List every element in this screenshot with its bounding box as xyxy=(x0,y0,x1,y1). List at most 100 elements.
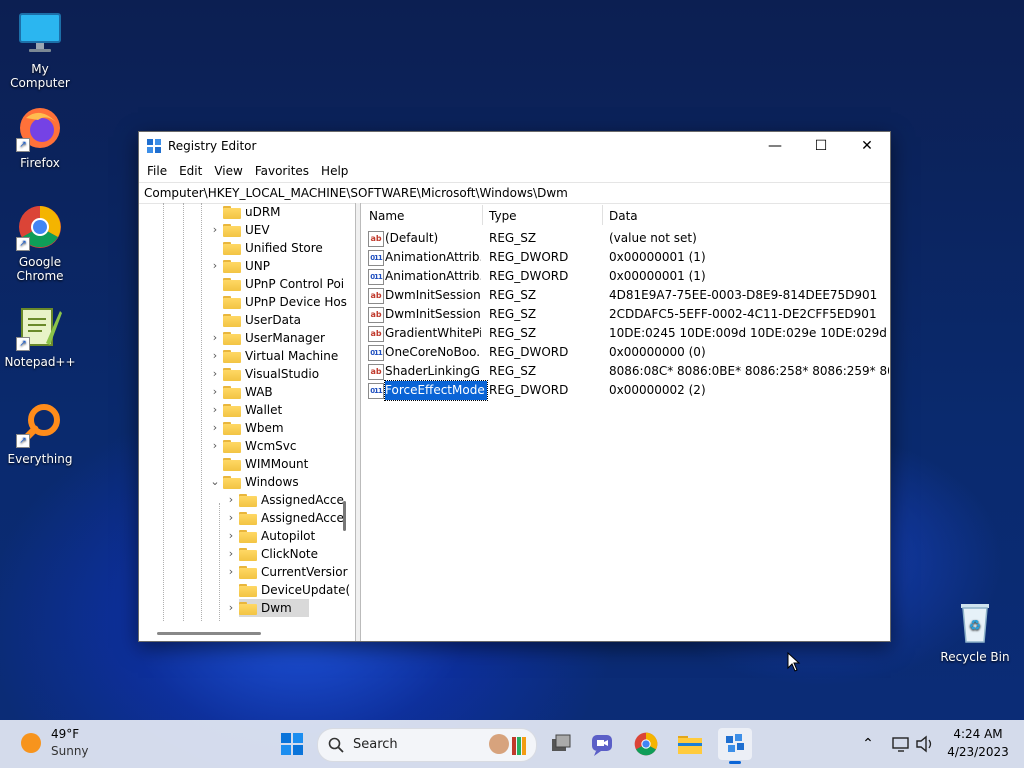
registry-editor-taskbar-button[interactable] xyxy=(718,728,752,764)
show-hidden-icons-button[interactable]: ⌃ xyxy=(858,728,878,760)
chevron-right-icon[interactable]: › xyxy=(225,491,237,509)
tree-item[interactable]: › AssignedAcce xyxy=(139,509,355,527)
menu-favorites[interactable]: Favorites xyxy=(249,164,315,178)
tree-item[interactable]: › UserManager xyxy=(139,329,355,347)
weather-description: Sunny xyxy=(51,744,89,758)
tree-item-label: Unified Store xyxy=(245,241,323,255)
desktop-icon-recycle-bin[interactable]: ♻ Recycle Bin xyxy=(935,598,1015,664)
menu-edit[interactable]: Edit xyxy=(173,164,208,178)
folder-icon xyxy=(223,224,241,237)
chevron-right-icon[interactable]: › xyxy=(225,563,237,581)
value-type: REG_DWORD xyxy=(489,345,569,359)
desktop-icon-label: My Computer xyxy=(10,62,70,90)
file-explorer-button[interactable] xyxy=(674,728,706,760)
tree-item[interactable]: › Virtual Machine xyxy=(139,347,355,365)
folder-icon xyxy=(223,386,241,399)
column-header-name[interactable]: Name xyxy=(369,209,404,223)
clock-time[interactable]: 4:24 AM xyxy=(946,727,1010,741)
registry-value-row[interactable]: 011 AnimationAttrib... REG_DWORD 0x00000001… xyxy=(361,267,890,286)
tree-item[interactable]: › Wbem xyxy=(139,419,355,437)
tree-item[interactable]: › Autopilot xyxy=(139,527,355,545)
column-header-type[interactable]: Type xyxy=(489,209,517,223)
desktop-icon-google-chrome[interactable]: ↗ Google Chrome xyxy=(0,203,80,283)
chrome-taskbar-button[interactable] xyxy=(630,728,662,760)
desktop-icon-everything[interactable]: ↗ Everything xyxy=(0,400,80,466)
tree-item[interactable]: › AssignedAcce xyxy=(139,491,355,509)
key-tree-pane[interactable]: uDRM › UEV Unified Store › UNP UPnP Control Po… xyxy=(139,203,356,641)
volume-button[interactable] xyxy=(914,728,936,760)
chevron-right-icon[interactable]: › xyxy=(209,257,221,275)
tree-item-label: VisualStudio xyxy=(245,367,320,381)
registry-value-row[interactable]: ab (Default) REG_SZ (value not set) xyxy=(361,229,890,248)
registry-value-row[interactable]: 011 AnimationAttrib... REG_DWORD 0x00000001… xyxy=(361,248,890,267)
tree-item[interactable]: › UEV xyxy=(139,221,355,239)
start-button[interactable] xyxy=(276,728,308,760)
firefox-icon: ↗ xyxy=(16,104,64,152)
weather-widget[interactable] xyxy=(20,732,44,756)
registry-value-row[interactable]: abDwmInitSession... REG_SZ 4D81E9A7-75EE-0… xyxy=(361,286,890,305)
menu-view[interactable]: View xyxy=(208,164,248,178)
tree-item[interactable]: › WcmSvc xyxy=(139,437,355,455)
chevron-right-icon[interactable]: › xyxy=(209,419,221,437)
chevron-right-icon[interactable]: › xyxy=(225,509,237,527)
tree-item[interactable]: UPnP Control Poi xyxy=(139,275,355,293)
clock-date[interactable]: 4/23/2023 xyxy=(946,745,1010,759)
values-list-pane[interactable]: Name Type Data ab (Default) REG_SZ (value n… xyxy=(361,203,890,641)
chevron-right-icon[interactable]: › xyxy=(209,329,221,347)
tree-item[interactable]: › WAB xyxy=(139,383,355,401)
address-bar[interactable]: Computer\HKEY_LOCAL_MACHINE\SOFTWARE\Mic… xyxy=(139,182,890,204)
value-type: REG_SZ xyxy=(489,307,537,321)
chevron-right-icon[interactable]: › xyxy=(225,545,237,563)
list-header: Name Type Data xyxy=(361,203,890,227)
tree-horizontal-scrollbar[interactable] xyxy=(157,632,261,635)
tree-item[interactable]: UserData xyxy=(139,311,355,329)
tree-item[interactable]: › Dwm xyxy=(139,599,355,617)
chevron-down-icon[interactable]: ⌄ xyxy=(209,473,221,491)
chevron-right-icon[interactable]: › xyxy=(209,437,221,455)
menu-file[interactable]: File xyxy=(141,164,173,178)
close-button[interactable]: ✕ xyxy=(844,132,890,160)
tree-item[interactable]: UPnP Device Hos xyxy=(139,293,355,311)
tree-item[interactable]: ⌄ Windows xyxy=(139,473,355,491)
column-separator[interactable] xyxy=(482,205,483,225)
registry-value-row[interactable]: 011 ForceEffectMode REG_DWORD 0x00000002 (2… xyxy=(361,380,890,401)
registry-editor-window[interactable]: Registry Editor — ☐ ✕ File Edit View Fav… xyxy=(138,131,891,642)
chevron-right-icon[interactable]: › xyxy=(225,527,237,545)
column-header-data[interactable]: Data xyxy=(609,209,638,223)
column-separator[interactable] xyxy=(602,205,603,225)
tree-item[interactable]: › VisualStudio xyxy=(139,365,355,383)
title-bar[interactable]: Registry Editor — ☐ ✕ xyxy=(139,132,890,160)
desktop-icon-my-computer[interactable]: My Computer xyxy=(0,10,80,90)
tree-item[interactable]: › ClickNote xyxy=(139,545,355,563)
task-view-button[interactable] xyxy=(545,728,577,760)
dword-value-icon: 011 xyxy=(368,345,384,361)
chevron-right-icon[interactable]: › xyxy=(209,401,221,419)
network-button[interactable] xyxy=(890,728,912,760)
registry-value-row[interactable]: abGradientWhitePi... REG_SZ 10DE:0245 10DE… xyxy=(361,324,890,343)
taskbar-search-box[interactable]: Search xyxy=(317,728,537,762)
tree-item[interactable]: DeviceUpdate( xyxy=(139,581,355,599)
chevron-right-icon[interactable]: › xyxy=(209,221,221,239)
tree-item[interactable]: uDRM xyxy=(139,203,355,221)
chevron-right-icon[interactable]: › xyxy=(225,599,237,617)
registry-value-row[interactable]: abDwmInitSession... REG_SZ 2CDDAFC5-5EFF-0… xyxy=(361,305,890,324)
chevron-right-icon[interactable]: › xyxy=(209,365,221,383)
registry-value-row[interactable]: ab ShaderLinkingG... REG_SZ 8086:08C* 8086:… xyxy=(361,362,890,381)
maximize-button[interactable]: ☐ xyxy=(798,132,844,160)
tree-item[interactable]: › CurrentVersior xyxy=(139,563,355,581)
menu-help[interactable]: Help xyxy=(315,164,354,178)
minimize-button[interactable]: — xyxy=(752,132,798,160)
registry-value-row[interactable]: 011 OneCoreNoBoo... REG_DWORD 0x00000000 (0… xyxy=(361,343,890,362)
network-icon xyxy=(892,737,909,752)
desktop-icon-firefox[interactable]: ↗ Firefox xyxy=(0,104,80,170)
value-name: ForceEffectMode xyxy=(384,380,488,401)
tree-item[interactable]: WIMMount xyxy=(139,455,355,473)
tree-item[interactable]: › UNP xyxy=(139,257,355,275)
tree-item[interactable]: Unified Store xyxy=(139,239,355,257)
tree-item[interactable]: › Wallet xyxy=(139,401,355,419)
tree-vertical-scrollbar[interactable] xyxy=(343,501,346,531)
desktop-icon-notepad-plus-plus[interactable]: ↗ Notepad++ xyxy=(0,303,80,369)
chevron-right-icon[interactable]: › xyxy=(209,383,221,401)
teams-chat-button[interactable] xyxy=(586,728,618,760)
chevron-right-icon[interactable]: › xyxy=(209,347,221,365)
